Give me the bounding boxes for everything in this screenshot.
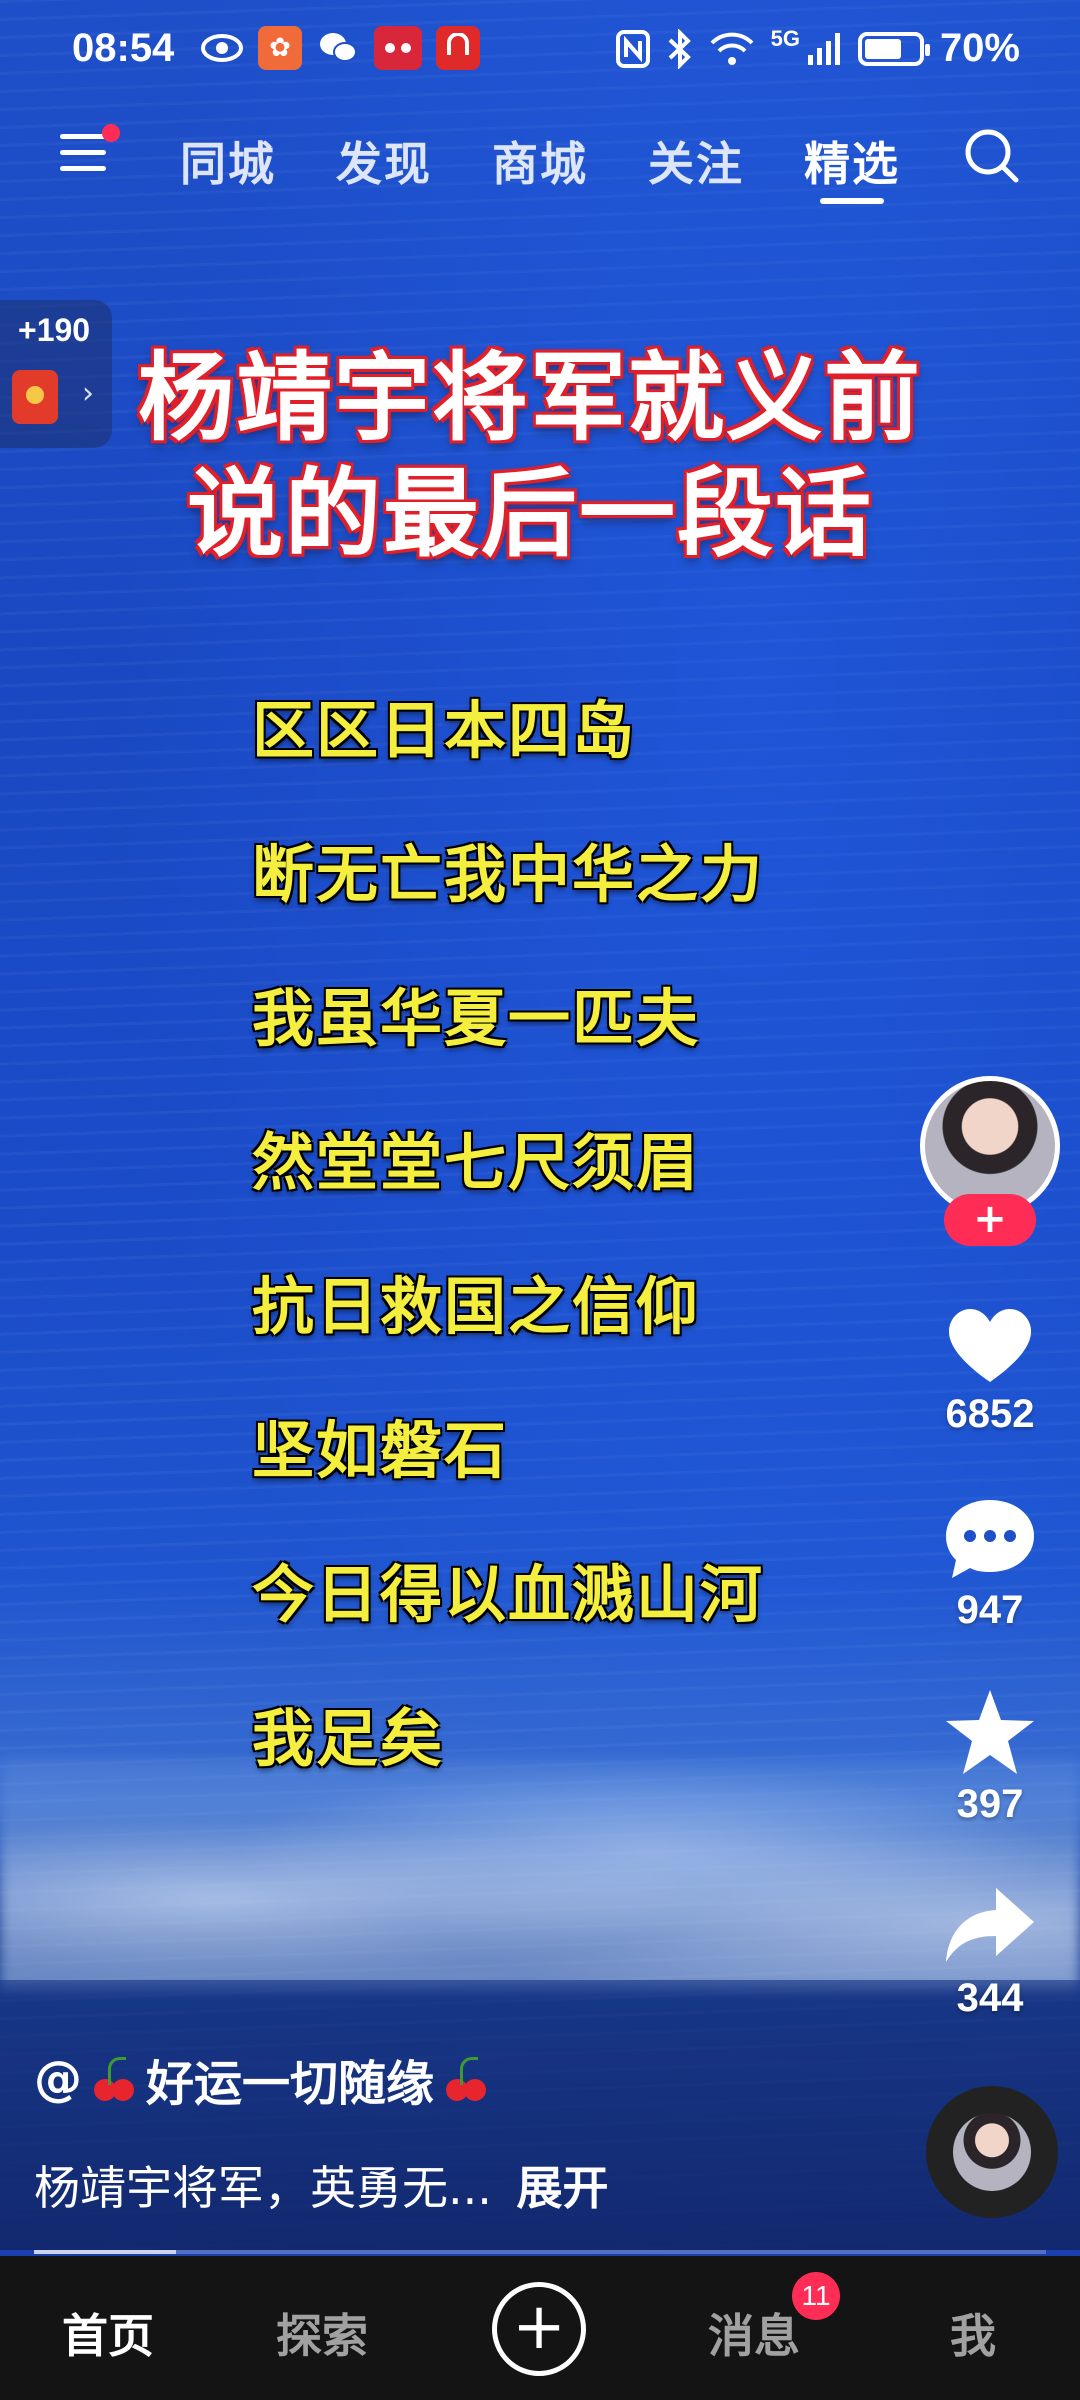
menu-icon[interactable] [60,124,120,182]
network-type: 5G [770,26,800,51]
follow-button[interactable]: + [944,1194,1036,1246]
poem-line: 我足矣 [252,1702,445,1775]
comment-count: 947 [956,1588,1024,1632]
nav-messages[interactable]: 消息 [708,2300,800,2366]
comment-button[interactable]: 947 [900,1494,1080,1633]
notification-icons: ✿ [200,26,480,70]
nav-home[interactable]: 首页 [62,2300,154,2366]
poem-line: 抗日救国之信仰 [252,1270,701,1343]
search-icon[interactable] [962,126,1022,186]
tab-following[interactable]: 关注 [648,128,744,194]
system-status: 5G 70% [615,26,1020,71]
author-username: 好运一切随缘 [146,2056,435,2112]
listen-app-icon [436,26,480,70]
wifi-icon [710,32,754,65]
poem-line: 今日得以血溅山河 [252,1558,765,1631]
poem-line: 坚如磐石 [252,1414,509,1487]
nav-explore[interactable]: 探索 [276,2300,368,2366]
comment-icon [946,1500,1034,1578]
battery-level-fill [864,38,902,59]
video-title-line: 杨靖宇将军就义前 [138,342,922,454]
star-icon [946,1690,1034,1774]
tmall-icon [374,26,422,70]
bottom-navigation: 首页 探索 + 消息 11 我 [0,2256,1080,2400]
video-progress-fill [34,2250,176,2254]
video-progress-bar[interactable] [34,2250,1046,2254]
wechat-icon [316,26,360,70]
tab-featured[interactable]: 精选 [804,128,900,194]
app-icon: ✿ [258,26,302,70]
status-time: 08:54 [72,26,175,70]
cherry-icon [88,2053,140,2105]
author-at: @ [34,2051,82,2107]
share-count: 344 [956,1976,1024,2020]
video-title: 杨靖宇将军就义前 说的最后一段话 [60,340,1000,572]
poem-line: 断无亡我中华之力 [252,838,765,911]
video-poem: 区区日本四岛 断无亡我中华之力 我虽华夏一匹夫 然堂堂七尺须眉 抗日救国之信仰 … [252,680,764,1832]
music-cover [953,2113,1031,2191]
menu-notification-dot [102,124,120,142]
expand-link[interactable]: 展开 [517,2161,609,2215]
author-name[interactable]: @ 好运一切随缘 [34,2044,498,2114]
poem-line: 然堂堂七尺须眉 [252,1126,701,1199]
signal-icon [807,32,840,65]
like-button[interactable]: 6852 [900,1298,1080,1437]
poem-line: 我虽华夏一匹夫 [252,982,701,1055]
bluetooth-icon [668,28,691,69]
video-title-line: 说的最后一段话 [187,458,873,570]
top-navigation: 同城 发现 商城 关注 精选 [0,110,1080,210]
favorite-count: 397 [956,1782,1024,1826]
share-button[interactable]: 344 [900,1882,1080,2021]
tab-discover[interactable]: 发现 [336,128,432,194]
nfc-icon [615,29,650,68]
battery-icon [857,31,930,66]
share-arrow-icon [946,1888,1034,1962]
poem-line: 区区日本四岛 [252,694,637,767]
add-video-button[interactable]: + [492,2282,586,2376]
tab-mall[interactable]: 商城 [492,128,588,194]
red-packet-icon [12,370,58,424]
like-count: 6852 [945,1392,1035,1436]
cherry-icon [440,2053,492,2105]
video-caption[interactable]: 杨靖宇将军，英勇无... 展开 [34,2152,609,2218]
caption-text: 杨靖宇将军，英勇无... [34,2161,492,2215]
status-bar: 08:54 ✿ 5G 70% [0,0,1080,100]
heart-icon [948,1309,1032,1382]
nav-me[interactable]: 我 [950,2300,996,2366]
tab-same-city[interactable]: 同城 [180,128,276,194]
battery-percent: 70% [939,26,1020,70]
favorite-button[interactable]: 397 [900,1688,1080,1827]
music-disc[interactable] [926,2086,1058,2218]
messages-badge: 11 [792,2272,840,2320]
active-tab-indicator [820,198,884,204]
eye-icon [200,26,244,70]
